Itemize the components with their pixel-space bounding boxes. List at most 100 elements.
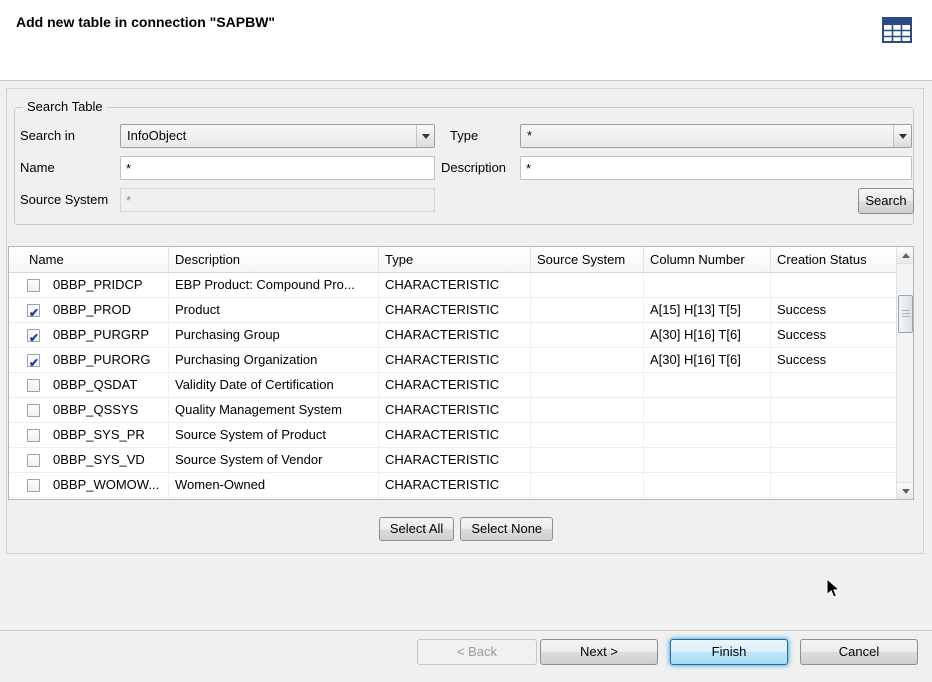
search-button[interactable]: Search [858,188,914,214]
row-type: CHARACTERISTIC [379,473,531,497]
table-icon [880,14,914,46]
row-type: CHARACTERISTIC [379,398,531,422]
column-header-source-system[interactable]: Source System [531,247,644,272]
row-checkbox[interactable] [27,329,40,342]
row-source-system [531,423,644,447]
row-checkbox[interactable] [27,404,40,417]
row-description: Source System of Product [169,423,379,447]
search-in-combobox[interactable]: InfoObject [120,124,435,148]
row-type: CHARACTERISTIC [379,298,531,322]
row-type: CHARACTERISTIC [379,448,531,472]
select-none-button[interactable]: Select None [460,517,553,541]
column-header-name[interactable]: Name [9,247,169,272]
row-column-number [644,273,771,297]
row-description: Women-Owned [169,473,379,497]
row-source-system [531,348,644,372]
type-combobox[interactable]: * [520,124,912,148]
row-checkbox[interactable] [27,429,40,442]
column-header-description[interactable]: Description [169,247,379,272]
row-name: 0BBP_PURORG [53,348,151,372]
chevron-down-icon[interactable] [416,125,434,147]
row-checkbox[interactable] [27,379,40,392]
finish-button[interactable]: Finish [670,639,788,665]
table-row[interactable]: 0BBP_PURGRP Purchasing Group CHARACTERIS… [9,323,896,348]
row-source-system [531,373,644,397]
row-column-number: A[30] H[16] T[6] [644,348,771,372]
row-name: 0BBP_SYS_VD [53,448,145,472]
column-header-creation-status[interactable]: Creation Status [771,247,896,272]
row-name: 0BBP_PURGRP [53,323,149,347]
row-description: Purchasing Organization [169,348,379,372]
cancel-button[interactable]: Cancel [800,639,918,665]
row-description: Source System of Vendor [169,448,379,472]
search-in-label: Search in [20,124,75,148]
row-name: 0BBP_QSSYS [53,398,138,422]
next-button[interactable]: Next > [540,639,658,665]
table-row[interactable]: 0BBP_PRIDCP EBP Product: Compound Pro...… [9,273,896,298]
table-row[interactable]: 0BBP_SYS_VD Source System of Vendor CHAR… [9,448,896,473]
row-column-number [644,373,771,397]
row-column-number [644,448,771,472]
scrollbar-thumb[interactable] [898,295,913,333]
row-source-system [531,273,644,297]
column-header-column-number[interactable]: Column Number [644,247,771,272]
chevron-down-icon[interactable] [893,125,911,147]
mouse-cursor [826,578,840,599]
table-row[interactable]: 0BBP_PROD Product CHARACTERISTIC A[15] H… [9,298,896,323]
row-checkbox[interactable] [27,354,40,367]
row-description: EBP Product: Compound Pro... [169,273,379,297]
type-label: Type [450,124,478,148]
search-in-value: InfoObject [127,125,186,147]
results-table: Name Description Type Source System Colu… [8,246,914,500]
row-creation-status [771,273,896,297]
row-creation-status: Success [771,348,896,372]
table-header: Name Description Type Source System Colu… [9,247,896,273]
row-creation-status [771,423,896,447]
row-source-system [531,298,644,322]
table-row[interactable]: 0BBP_QSSYS Quality Management System CHA… [9,398,896,423]
name-label: Name [20,156,55,180]
select-all-button[interactable]: Select All [379,517,454,541]
row-name: 0BBP_PROD [53,298,131,322]
description-input[interactable] [520,156,912,180]
row-description: Purchasing Group [169,323,379,347]
back-button: < Back [417,639,537,665]
row-source-system [531,323,644,347]
scroll-up-icon[interactable] [897,247,914,264]
source-system-label: Source System [20,188,108,212]
row-creation-status [771,373,896,397]
table-row[interactable]: 0BBP_PURORG Purchasing Organization CHAR… [9,348,896,373]
table-row[interactable]: 0BBP_SYS_PR Source System of Product CHA… [9,423,896,448]
row-type: CHARACTERISTIC [379,323,531,347]
row-source-system [531,448,644,472]
selection-buttons: Select All Select None [0,517,932,541]
column-header-type[interactable]: Type [379,247,531,272]
vertical-scrollbar[interactable] [896,247,913,499]
row-type: CHARACTERISTIC [379,348,531,372]
add-table-dialog: Add new table in connection "SAPBW" Sear… [0,0,932,682]
dialog-header: Add new table in connection "SAPBW" [0,0,932,81]
row-checkbox[interactable] [27,479,40,492]
type-value: * [527,125,532,147]
row-creation-status: Success [771,323,896,347]
row-description: Validity Date of Certification [169,373,379,397]
footer-divider [0,630,932,631]
table-row[interactable]: 0BBP_QSDAT Validity Date of Certificatio… [9,373,896,398]
row-name: 0BBP_QSDAT [53,373,137,397]
row-creation-status [771,473,896,497]
row-type: CHARACTERISTIC [379,423,531,447]
row-source-system [531,398,644,422]
row-creation-status [771,448,896,472]
row-checkbox[interactable] [27,454,40,467]
row-checkbox[interactable] [27,304,40,317]
table-row[interactable]: 0BBP_WOMOW... Women-Owned CHARACTERISTIC [9,473,896,498]
name-input[interactable] [120,156,435,180]
description-label: Description [441,156,506,180]
scroll-down-icon[interactable] [897,482,914,499]
row-checkbox[interactable] [27,279,40,292]
row-creation-status [771,398,896,422]
row-name: 0BBP_WOMOW... [53,473,159,497]
row-description: Quality Management System [169,398,379,422]
row-type: CHARACTERISTIC [379,373,531,397]
source-system-input [120,188,435,212]
